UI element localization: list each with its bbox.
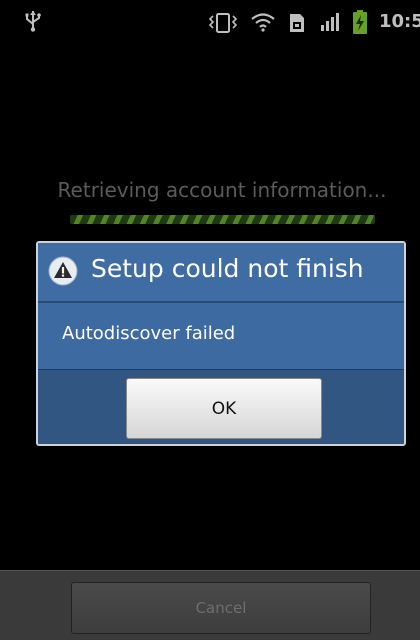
usb-icon <box>25 11 41 32</box>
ok-button[interactable]: OK <box>126 378 322 439</box>
warning-icon <box>48 256 78 286</box>
status-time: 10:50 <box>379 11 420 32</box>
bottom-bar: Cancel <box>0 570 420 640</box>
progress-text: Retrieving account information... <box>57 178 387 202</box>
dialog-divider <box>38 301 404 303</box>
status-bar: 10:50 <box>0 0 420 38</box>
vibrate-icon <box>208 13 238 33</box>
cancel-button[interactable]: Cancel <box>71 582 371 634</box>
progress-bar <box>70 215 375 224</box>
alert-dialog: Setup could not finish Autodiscover fail… <box>36 241 406 446</box>
dialog-button-bar: OK <box>38 369 404 444</box>
battery-charging-icon <box>353 10 367 34</box>
screen: 10:50 Retrieving account information... … <box>0 0 420 640</box>
dialog-message: Autodiscover failed <box>62 323 236 344</box>
dialog-title: Setup could not finish <box>91 254 364 283</box>
sim-icon <box>290 14 304 32</box>
signal-icon <box>321 13 339 31</box>
dialog-header: Setup could not finish <box>38 243 404 301</box>
wifi-icon <box>251 13 275 32</box>
